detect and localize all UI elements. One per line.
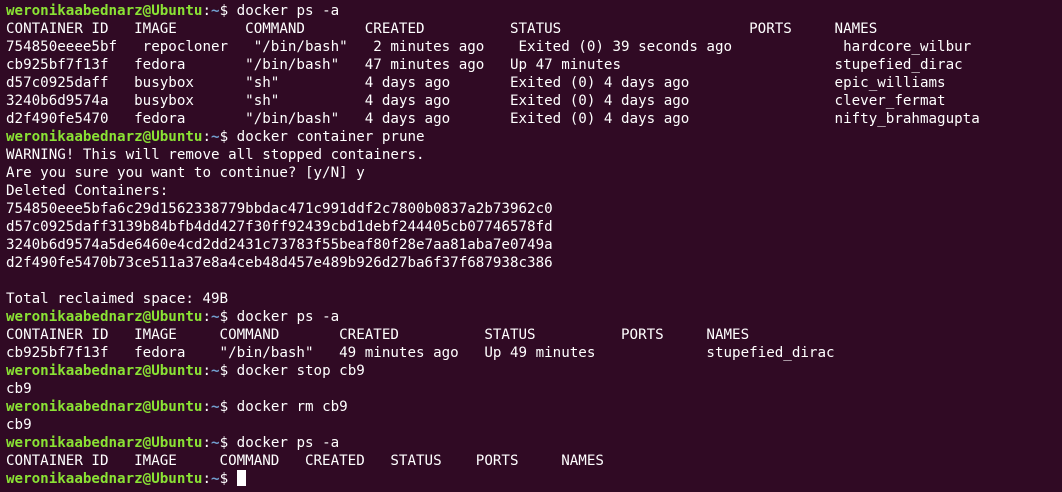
prompt-symbol: $ <box>219 309 237 325</box>
prompt-separator: : <box>202 471 212 487</box>
output-line: d57c0925daff3139b84bfb4dd427f30ff92439cb… <box>6 219 553 235</box>
prompt-path: ~ <box>211 3 220 19</box>
prompt-path: ~ <box>211 471 220 487</box>
prompt-line: weronikaabednarz@Ubuntu:~$ docker ps -a <box>6 2 1062 20</box>
output-line: 754850eee5bfa6c29d1562338779bbdac471c991… <box>6 201 553 217</box>
prompt-user-host: weronikaabednarz@Ubuntu <box>6 309 203 325</box>
output-line: d2f490fe5470 fedora "/bin/bash" 4 days a… <box>6 111 980 127</box>
output-line: d57c0925daff busybox "sh" 4 days ago Exi… <box>6 75 946 91</box>
command-text: docker ps -a <box>236 435 340 451</box>
prompt-separator: : <box>202 399 212 415</box>
prompt-line: weronikaabednarz@Ubuntu:~$ <box>6 470 1062 488</box>
prompt-separator: : <box>202 363 212 379</box>
text-cursor[interactable] <box>236 470 246 486</box>
terminal-window[interactable]: weronikaabednarz@Ubuntu:~$ docker ps -a C… <box>0 0 1062 492</box>
output-line: cb925bf7f13f fedora "/bin/bash" 49 minut… <box>6 345 835 361</box>
prompt-symbol: $ <box>219 399 237 415</box>
prompt-path: ~ <box>211 129 220 145</box>
prompt-separator: : <box>202 3 212 19</box>
prompt-path: ~ <box>211 435 220 451</box>
output-line: cb9 <box>6 381 32 397</box>
prompt-path: ~ <box>211 309 220 325</box>
prompt-line: weronikaabednarz@Ubuntu:~$ docker rm cb9 <box>6 398 1062 416</box>
prompt-user-host: weronikaabednarz@Ubuntu <box>6 3 203 19</box>
prompt-user-host: weronikaabednarz@Ubuntu <box>6 471 203 487</box>
prompt-line: weronikaabednarz@Ubuntu:~$ docker contai… <box>6 128 1062 146</box>
output-line: Deleted Containers: <box>6 183 169 199</box>
prompt-path: ~ <box>211 399 220 415</box>
output-line: CONTAINER ID IMAGE COMMAND CREATED STATU… <box>6 21 878 37</box>
prompt-separator: : <box>202 309 212 325</box>
prompt-user-host: weronikaabednarz@Ubuntu <box>6 435 203 451</box>
output-line: WARNING! This will remove all stopped co… <box>6 147 425 163</box>
prompt-symbol: $ <box>219 3 237 19</box>
prompt-user-host: weronikaabednarz@Ubuntu <box>6 129 203 145</box>
prompt-user-host: weronikaabednarz@Ubuntu <box>6 399 203 415</box>
command-text: docker ps -a <box>236 309 340 325</box>
prompt-symbol: $ <box>219 363 237 379</box>
prompt-line: weronikaabednarz@Ubuntu:~$ docker ps -a <box>6 434 1062 452</box>
command-text: docker stop cb9 <box>236 363 365 379</box>
output-line: 754850eeee5bf repocloner "/bin/bash" 2 m… <box>6 39 972 55</box>
prompt-path: ~ <box>211 363 220 379</box>
prompt-user-host: weronikaabednarz@Ubuntu <box>6 363 203 379</box>
prompt-line: weronikaabednarz@Ubuntu:~$ docker stop c… <box>6 362 1062 380</box>
output-line: cb9 <box>6 417 32 433</box>
command-text: docker rm cb9 <box>236 399 348 415</box>
prompt-symbol: $ <box>219 129 237 145</box>
prompt-separator: : <box>202 129 212 145</box>
command-text: docker ps -a <box>236 3 340 19</box>
prompt-separator: : <box>202 435 212 451</box>
command-text: docker container prune <box>236 129 425 145</box>
output-line: CONTAINER ID IMAGE COMMAND CREATED STATU… <box>6 453 604 469</box>
prompt-symbol: $ <box>219 435 237 451</box>
output-line: 3240b6d9574a busybox "sh" 4 days ago Exi… <box>6 93 946 109</box>
output-line: CONTAINER ID IMAGE COMMAND CREATED STATU… <box>6 327 750 343</box>
output-line: Total reclaimed space: 49B <box>6 291 229 307</box>
prompt-line: weronikaabednarz@Ubuntu:~$ docker ps -a <box>6 308 1062 326</box>
output-line: 3240b6d9574a5de6460e4cd2dd2431c73783f55b… <box>6 237 553 253</box>
output-line: Are you sure you want to continue? [y/N]… <box>6 165 365 181</box>
output-line: cb925bf7f13f fedora "/bin/bash" 47 minut… <box>6 57 963 73</box>
prompt-symbol: $ <box>219 471 237 487</box>
output-line: d2f490fe5470b73ce511a37e8a4ceb48d457e489… <box>6 255 553 271</box>
